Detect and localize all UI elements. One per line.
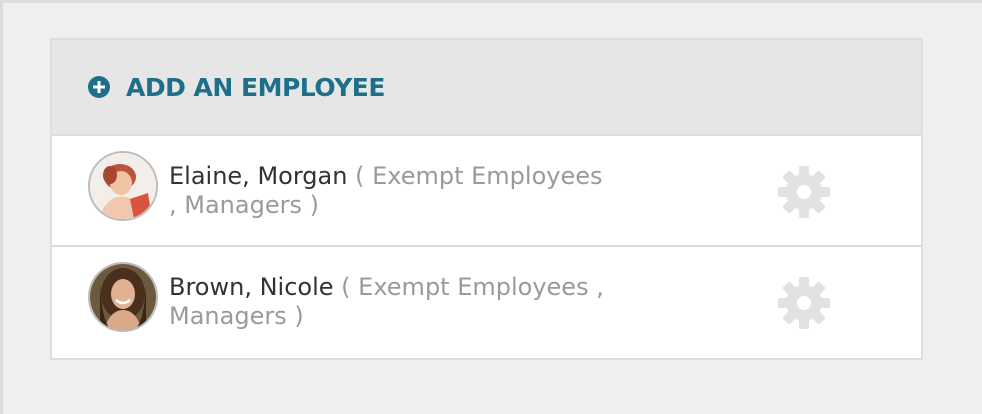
- employee-name[interactable]: Brown, Nicole: [169, 273, 334, 301]
- avatar: [88, 262, 158, 332]
- plus-circle-icon: [88, 76, 110, 98]
- avatar-photo-1: [90, 153, 156, 219]
- gear-icon[interactable]: [776, 275, 832, 331]
- employee-name[interactable]: Elaine, Morgan: [169, 162, 347, 190]
- add-employee-label: ADD AN EMPLOYEE: [126, 72, 385, 102]
- avatar: [88, 151, 158, 221]
- employee-text: Elaine, Morgan ( Exempt Employees , Mana…: [169, 162, 669, 220]
- employee-text: Brown, Nicole ( Exempt Employees , Manag…: [169, 273, 669, 331]
- add-employee-button[interactable]: ADD AN EMPLOYEE: [88, 73, 385, 102]
- employee-panel: ADD AN EMPLOYEE Elaine, Morgan ( Exempt …: [50, 38, 923, 360]
- avatar-photo-2: [90, 264, 156, 330]
- employee-groups-cont: Managers ): [169, 302, 304, 330]
- employee-groups: ( Exempt Employees ,: [341, 273, 604, 301]
- employee-groups: ( Exempt Employees: [355, 162, 603, 190]
- employee-row: Brown, Nicole ( Exempt Employees , Manag…: [52, 247, 921, 358]
- employee-row: Elaine, Morgan ( Exempt Employees , Mana…: [52, 136, 921, 247]
- employee-groups-cont: , Managers ): [169, 191, 319, 219]
- gear-icon[interactable]: [776, 164, 832, 220]
- panel-header: ADD AN EMPLOYEE: [52, 40, 921, 136]
